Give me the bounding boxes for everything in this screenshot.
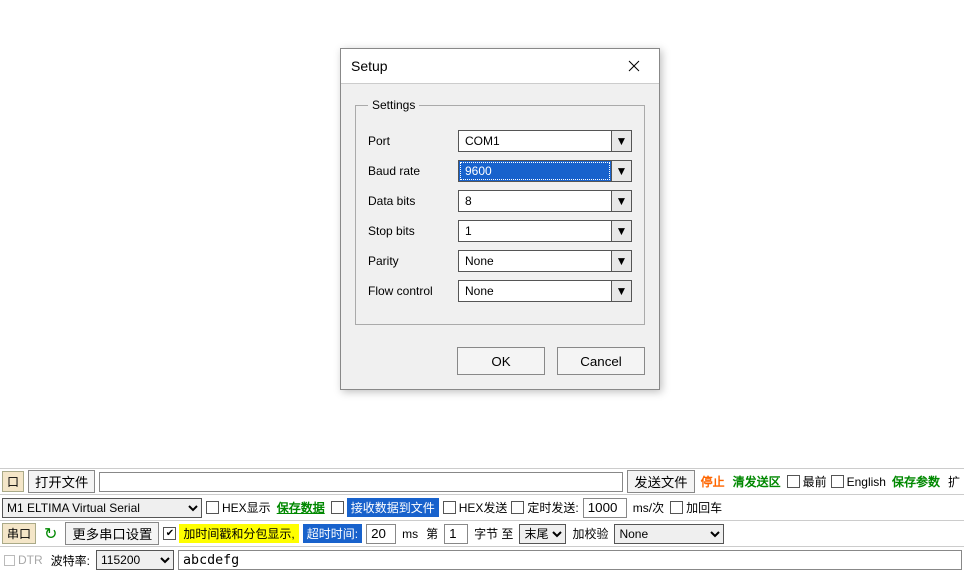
- topmost-label: 最前: [803, 473, 827, 490]
- expand-fragment[interactable]: 扩: [946, 473, 962, 490]
- bottom-toolbar: 口 打开文件 发送文件 停止 清发送区 最前 English 保存参数 扩 M1…: [0, 468, 964, 573]
- checkbox-icon: [331, 501, 344, 514]
- checksum-select[interactable]: None: [614, 524, 724, 544]
- add-checksum-label: 加校验: [570, 525, 610, 542]
- dialog-title: Setup: [351, 58, 388, 74]
- more-settings-button[interactable]: 更多串口设置: [65, 522, 159, 545]
- port-combo[interactable]: COM1 ▼: [458, 130, 632, 152]
- send-file-button[interactable]: 发送文件: [627, 470, 694, 493]
- baud-label: 波特率:: [49, 552, 92, 569]
- flow-value: None: [459, 281, 611, 301]
- timeout-label: 超时时间:: [303, 524, 362, 543]
- bottom-row-4: DTR 波特率: 115200: [0, 547, 964, 573]
- ok-button[interactable]: OK: [457, 347, 545, 375]
- cancel-button[interactable]: Cancel: [557, 347, 645, 375]
- flow-label: Flow control: [368, 284, 458, 298]
- save-params-link[interactable]: 保存参数: [890, 473, 942, 490]
- parity-value: None: [459, 251, 611, 271]
- english-checkbox[interactable]: English: [831, 475, 886, 489]
- save-data-link[interactable]: 保存数据: [275, 499, 327, 516]
- stopbits-combo[interactable]: 1 ▼: [458, 220, 632, 242]
- dtr-fragment[interactable]: DTR: [2, 553, 45, 567]
- bottom-row-3: 串口 ↻ 更多串口设置 ✔ 加时间戳和分包显示, 超时时间: ms 第 字节 至…: [0, 521, 964, 547]
- timed-send-checkbox[interactable]: 定时发送:: [511, 499, 578, 516]
- stopbits-value: 1: [459, 221, 611, 241]
- topmost-checkbox[interactable]: 最前: [787, 473, 827, 490]
- nth-label-2: 字节 至: [472, 525, 515, 542]
- timed-send-value-input[interactable]: [583, 498, 627, 518]
- dialog-body: Settings Port COM1 ▼ Baud rate 9600 ▼ Da…: [341, 84, 659, 333]
- clear-send-link[interactable]: 清发送区: [731, 473, 783, 490]
- nth-byte-input[interactable]: [444, 524, 468, 544]
- stop-link[interactable]: 停止: [699, 473, 727, 490]
- dialog-titlebar: Setup: [341, 49, 659, 84]
- hex-show-label: HEX显示: [222, 499, 271, 516]
- add-cr-checkbox[interactable]: 加回车: [670, 499, 722, 516]
- dialog-footer: OK Cancel: [341, 333, 659, 389]
- stopbits-label: Stop bits: [368, 224, 458, 238]
- tail-select[interactable]: 末尾: [519, 524, 566, 544]
- hex-send-label: HEX发送: [459, 499, 508, 516]
- checkbox-icon: [831, 475, 844, 488]
- recv-to-file-checkbox[interactable]: 接收数据到文件: [331, 498, 439, 517]
- bottom-row-1: 口 打开文件 发送文件 停止 清发送区 最前 English 保存参数 扩: [0, 469, 964, 495]
- english-label: English: [847, 475, 886, 489]
- port-label: Port: [368, 134, 458, 148]
- port-fragment: 口: [2, 471, 24, 492]
- databits-combo[interactable]: 8 ▼: [458, 190, 632, 212]
- checkbox-icon: [670, 501, 683, 514]
- baud-combo[interactable]: 9600 ▼: [458, 160, 632, 182]
- timeout-value-input[interactable]: [366, 524, 396, 544]
- chevron-down-icon[interactable]: ▼: [611, 221, 631, 241]
- checkbox-icon: [206, 501, 219, 514]
- file-path-input[interactable]: [99, 472, 623, 492]
- nth-label-1: 第: [424, 525, 440, 542]
- parity-label: Parity: [368, 254, 458, 268]
- refresh-icon[interactable]: ↻: [40, 524, 61, 544]
- timed-send-label: 定时发送:: [527, 499, 578, 516]
- parity-combo[interactable]: None ▼: [458, 250, 632, 272]
- checkbox-icon: [787, 475, 800, 488]
- port-value: COM1: [459, 131, 611, 151]
- chevron-down-icon[interactable]: ▼: [611, 191, 631, 211]
- baud-label: Baud rate: [368, 164, 458, 178]
- databits-label: Data bits: [368, 194, 458, 208]
- baud-value: 9600: [459, 161, 611, 181]
- port-open-button[interactable]: 串口: [2, 523, 36, 544]
- settings-legend: Settings: [368, 98, 419, 112]
- flow-combo[interactable]: None ▼: [458, 280, 632, 302]
- add-cr-label: 加回车: [686, 499, 722, 516]
- chevron-down-icon[interactable]: ▼: [611, 131, 631, 151]
- chevron-down-icon[interactable]: ▼: [611, 161, 631, 181]
- setup-dialog: Setup Settings Port COM1 ▼ Baud rate 960…: [340, 48, 660, 390]
- timestamp-split-checkbox[interactable]: ✔ 加时间戳和分包显示,: [163, 524, 298, 543]
- hex-show-checkbox[interactable]: HEX显示: [206, 499, 271, 516]
- chevron-down-icon[interactable]: ▼: [611, 251, 631, 271]
- timeout-unit: ms: [400, 527, 420, 541]
- baud-select[interactable]: 115200: [96, 550, 174, 570]
- open-file-button[interactable]: 打开文件: [28, 470, 95, 493]
- timestamp-split-label: 加时间戳和分包显示,: [179, 524, 298, 543]
- checkbox-icon: [511, 501, 524, 514]
- chevron-down-icon[interactable]: ▼: [611, 281, 631, 301]
- close-icon[interactable]: [619, 55, 649, 77]
- settings-group: Settings Port COM1 ▼ Baud rate 9600 ▼ Da…: [355, 98, 645, 325]
- recv-to-file-label: 接收数据到文件: [347, 498, 439, 517]
- databits-value: 8: [459, 191, 611, 211]
- bottom-row-2: M1 ELTIMA Virtual Serial HEX显示 保存数据 接收数据…: [0, 495, 964, 521]
- current-port-select[interactable]: M1 ELTIMA Virtual Serial: [2, 498, 202, 518]
- checkbox-icon: ✔: [163, 527, 176, 540]
- checkbox-icon: [443, 501, 456, 514]
- hex-send-checkbox[interactable]: HEX发送: [443, 499, 508, 516]
- send-text-input[interactable]: [178, 550, 962, 570]
- timed-send-unit: ms/次: [631, 499, 666, 516]
